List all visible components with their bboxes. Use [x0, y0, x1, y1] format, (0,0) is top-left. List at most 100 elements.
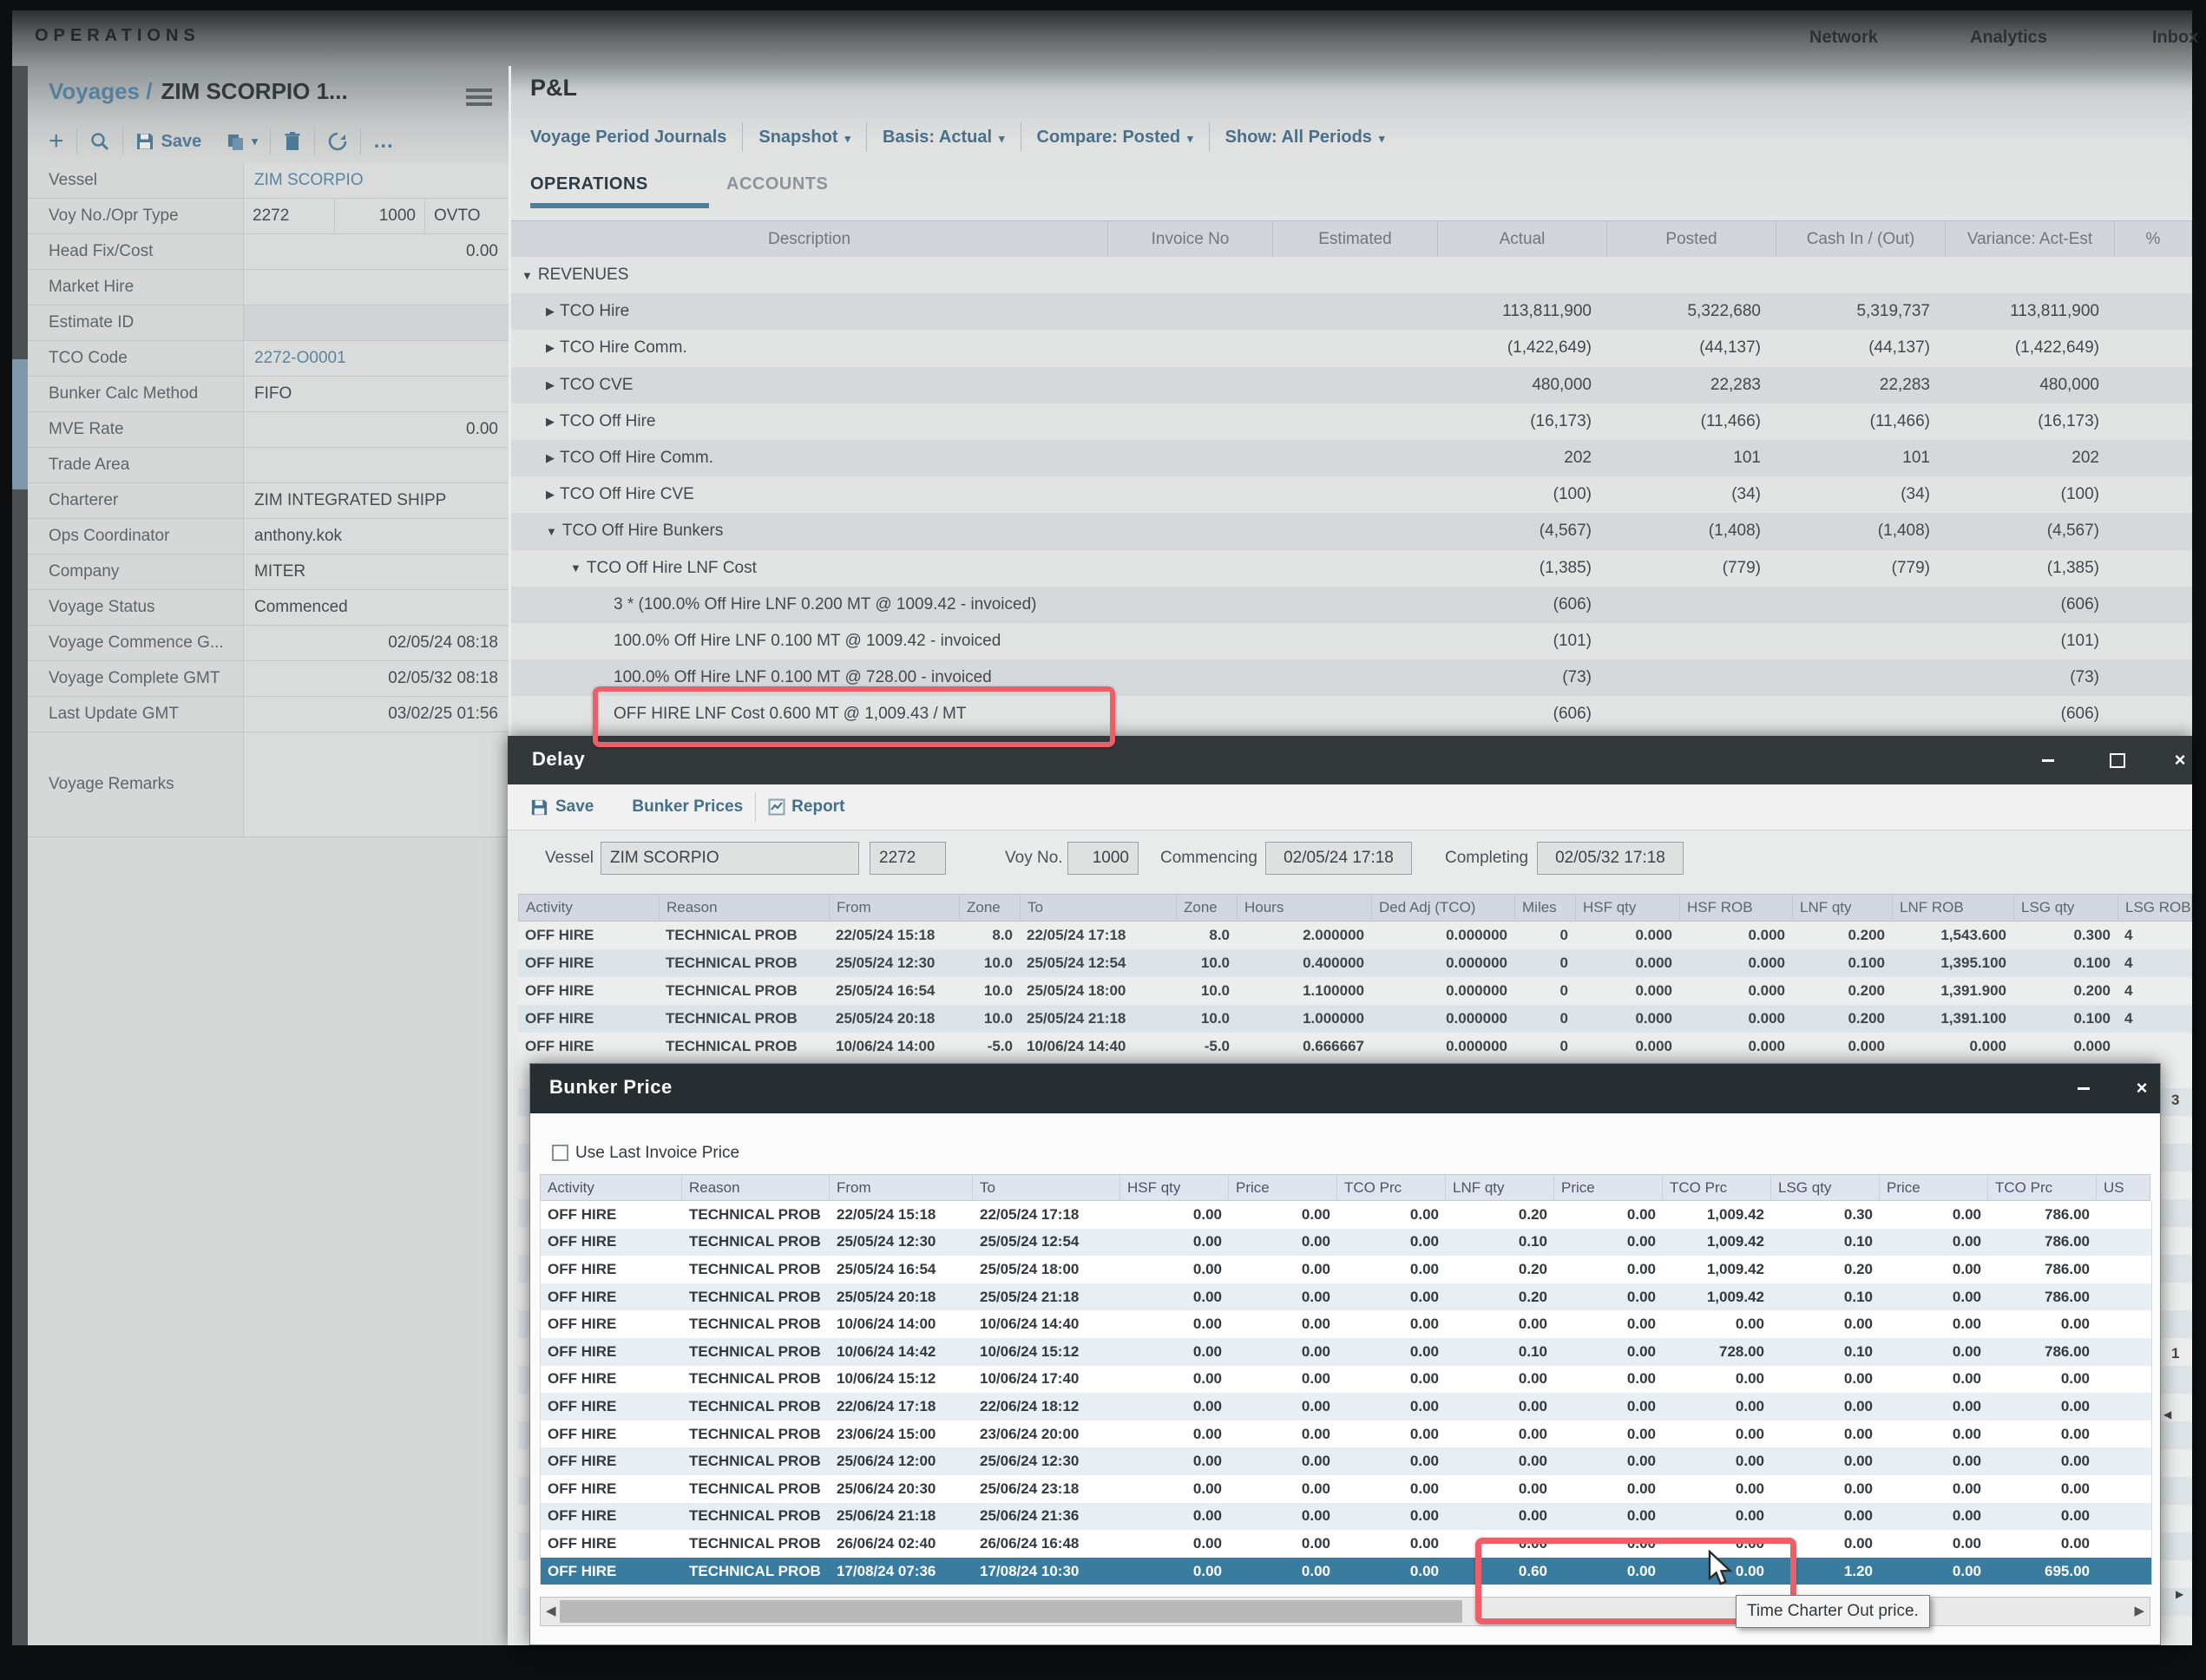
search-button[interactable] — [77, 128, 122, 155]
field-value-voyage-status[interactable]: Commenced — [243, 590, 509, 625]
pnl-col-header-cash-in-out-[interactable]: Cash In / (Out) — [1776, 221, 1946, 258]
delay-completing-input[interactable]: 02/05/32 17:18 — [1537, 842, 1684, 875]
delay-col-header-from[interactable]: From — [830, 895, 960, 921]
bunker-col-header-to[interactable]: To — [973, 1175, 1120, 1200]
bunker-row[interactable]: OFF HIRETECHNICAL PROB10/06/24 14:4210/0… — [541, 1338, 2151, 1366]
tree-expand-icon[interactable]: ▶ — [546, 305, 555, 318]
bunker-row[interactable]: OFF HIRETECHNICAL PROB25/06/24 12:0025/0… — [541, 1447, 2151, 1475]
scroll-right-icon[interactable]: ▶ — [2134, 1603, 2144, 1618]
field-value-trade-area[interactable] — [243, 448, 509, 482]
pnl-col-header-posted[interactable]: Posted — [1607, 221, 1776, 258]
field-value-market-hire[interactable] — [243, 270, 509, 305]
pnl-row[interactable]: ▼TCO Off Hire Bunkers(4,567)(1,408)(1,40… — [511, 513, 2192, 549]
pnl-toolbar-basis-actual[interactable]: Basis: Actual▾ — [867, 128, 1021, 148]
pnl-row[interactable]: ▼REVENUES — [511, 257, 2192, 293]
field-value-ops-coordinator[interactable]: anthony.kok — [243, 519, 509, 554]
pnl-col-header-actual[interactable]: Actual — [1438, 221, 1607, 258]
breadcrumb-voyages[interactable]: Voyages / — [49, 78, 152, 104]
tree-expand-icon[interactable]: ▶ — [546, 488, 555, 502]
pnl-row[interactable]: ▶TCO Hire Comm.(1,422,649)(44,137)(44,13… — [511, 330, 2192, 366]
pnl-row[interactable]: ▶TCO Hire113,811,9005,322,6805,319,73711… — [511, 293, 2192, 330]
voyage-sub-number-field[interactable]: 1000 — [335, 199, 425, 233]
tree-expand-icon[interactable]: ▶ — [546, 341, 555, 355]
delay-col-header-to[interactable]: To — [1021, 895, 1177, 921]
bunker-col-header-price[interactable]: Price — [1880, 1175, 1988, 1200]
pnl-col-header-description[interactable]: Description — [511, 221, 1108, 258]
hamburger-menu-icon[interactable] — [466, 85, 492, 106]
bunker-row[interactable]: OFF HIRETECHNICAL PROB10/06/24 14:0010/0… — [541, 1310, 2151, 1338]
bunker-close-button[interactable]: × — [2129, 1077, 2155, 1099]
pnl-row[interactable]: ▶TCO Off Hire Comm.202101101202 — [511, 440, 2192, 476]
menu-analytics[interactable]: Analytics — [1970, 28, 2047, 48]
bunker-col-header-tco-prc[interactable]: TCO Prc — [1988, 1175, 2097, 1200]
bunker-row[interactable]: OFF HIRETECHNICAL PROB25/06/24 20:3025/0… — [541, 1475, 2151, 1503]
pnl-toolbar-compare-posted[interactable]: Compare: Posted▾ — [1021, 128, 1209, 148]
delete-button[interactable] — [271, 128, 314, 155]
save-button[interactable]: Save — [123, 128, 214, 155]
bunker-col-header-tco-prc[interactable]: TCO Prc — [1337, 1175, 1446, 1200]
bunker-col-header-price[interactable]: Price — [1229, 1175, 1337, 1200]
menu-inbox[interactable]: Inbox — [2152, 28, 2198, 48]
field-value-voyage-remarks[interactable] — [243, 732, 509, 837]
delay-vessel-code-input[interactable]: 2272 — [870, 842, 946, 875]
bunker-col-header-us[interactable]: US — [2097, 1175, 2150, 1200]
scroll-left-icon[interactable]: ◀ — [546, 1603, 556, 1618]
tree-collapse-icon[interactable]: ▼ — [570, 561, 581, 574]
pnl-col-header-variance-act-est[interactable]: Variance: Act-Est — [1946, 221, 2115, 258]
menu-network[interactable]: Network — [1809, 28, 1878, 48]
bunker-row[interactable]: OFF HIRETECHNICAL PROB25/05/24 12:3025/0… — [541, 1229, 2151, 1257]
field-value-mve-rate[interactable]: 0.00 — [243, 412, 509, 447]
delay-col-header-miles[interactable]: Miles — [1515, 895, 1576, 921]
bunker-row[interactable]: OFF HIRETECHNICAL PROB10/06/24 15:1210/0… — [541, 1366, 2151, 1394]
field-value-tco-code[interactable]: 2272-O0001 — [243, 341, 509, 376]
bunker-col-header-activity[interactable]: Activity — [541, 1175, 682, 1200]
field-value-voyage-complete-gmt[interactable]: 02/05/32 08:18 — [243, 661, 509, 696]
delay-row[interactable]: OFF HIRETECHNICAL PROB22/05/24 15:188.02… — [518, 922, 2192, 949]
delay-col-header-hsf-rob[interactable]: HSF ROB — [1680, 895, 1793, 921]
delay-close-button[interactable]: × — [2167, 749, 2192, 771]
more-options-button[interactable]: … — [361, 128, 408, 155]
delay-col-header-hsf-qty[interactable]: HSF qty — [1576, 895, 1680, 921]
field-value-company[interactable]: MITER — [243, 555, 509, 589]
pnl-toolbar-voyage-period-journals[interactable]: Voyage Period Journals — [530, 128, 742, 148]
bunker-minimize-button[interactable] — [2071, 1077, 2097, 1099]
add-button[interactable]: + — [36, 128, 76, 155]
delay-bunker-prices-button[interactable]: Bunker Prices — [632, 797, 743, 817]
delay-col-header-reason[interactable]: Reason — [660, 895, 830, 921]
bunker-row[interactable]: OFF HIRETECHNICAL PROB23/06/24 15:0023/0… — [541, 1421, 2151, 1448]
use-last-invoice-price-checkbox[interactable] — [552, 1145, 568, 1161]
field-value-bunker-calc-method[interactable]: FIFO — [243, 377, 509, 411]
delay-col-header-zone[interactable]: Zone — [1177, 895, 1238, 921]
delay-row[interactable]: OFF HIRETECHNICAL PROB25/05/24 16:5410.0… — [518, 977, 2192, 1005]
delay-row[interactable]: OFF HIRETECHNICAL PROB10/06/24 14:00-5.0… — [518, 1033, 2192, 1060]
tab-accounts[interactable]: ACCOUNTS — [726, 174, 828, 194]
pnl-row[interactable]: ▶TCO Off Hire(16,173)(11,466)(11,466)(16… — [511, 404, 2192, 440]
delay-col-header-zone[interactable]: Zone — [960, 895, 1021, 921]
bunker-scrollbar-thumb[interactable] — [560, 1600, 1462, 1623]
delay-col-header-lnf-rob[interactable]: LNF ROB — [1893, 895, 2014, 921]
pnl-row[interactable]: 3 * (100.0% Off Hire LNF 0.200 MT @ 1009… — [511, 587, 2192, 623]
bunker-col-header-reason[interactable]: Reason — [682, 1175, 830, 1200]
pnl-row[interactable]: ▶TCO CVE480,00022,28322,283480,000 — [511, 367, 2192, 404]
delay-voyno-input[interactable]: 1000 — [1067, 842, 1139, 875]
opr-type-field[interactable]: OVTO — [425, 199, 509, 233]
field-value-estimate-id[interactable] — [243, 305, 509, 340]
tree-collapse-icon[interactable]: ▼ — [522, 269, 533, 282]
delay-save-button[interactable]: Save — [530, 797, 594, 817]
pnl-row[interactable]: ▼TCO Off Hire LNF Cost(1,385)(779)(779)(… — [511, 550, 2192, 587]
pnl-row[interactable]: 100.0% Off Hire LNF 0.100 MT @ 1009.42 -… — [511, 623, 2192, 660]
field-value-head-fix-cost[interactable]: 0.00 — [243, 234, 509, 269]
delay-col-header-lsg-rob[interactable]: LSG ROB — [2118, 895, 2192, 921]
bunker-col-header-tco-prc[interactable]: TCO Prc — [1663, 1175, 1771, 1200]
pnl-col-header-invoice-no[interactable]: Invoice No — [1108, 221, 1273, 258]
delay-col-header-hours[interactable]: Hours — [1238, 895, 1372, 921]
delay-col-header-lsg-qty[interactable]: LSG qty — [2014, 895, 2118, 921]
delay-vessel-input[interactable]: ZIM SCORPIO — [601, 842, 859, 875]
tree-expand-icon[interactable]: ▶ — [546, 415, 555, 429]
copy-menu-button[interactable]: ▾ — [213, 128, 270, 155]
tree-expand-icon[interactable]: ▶ — [546, 378, 555, 392]
bunker-dialog-titlebar[interactable]: Bunker Price × — [530, 1064, 2160, 1113]
bunker-row[interactable]: OFF HIRETECHNICAL PROB25/06/24 21:1825/0… — [541, 1503, 2151, 1531]
bunker-row[interactable]: OFF HIRETECHNICAL PROB25/05/24 16:5425/0… — [541, 1256, 2151, 1283]
tree-expand-icon[interactable]: ▶ — [546, 451, 555, 465]
